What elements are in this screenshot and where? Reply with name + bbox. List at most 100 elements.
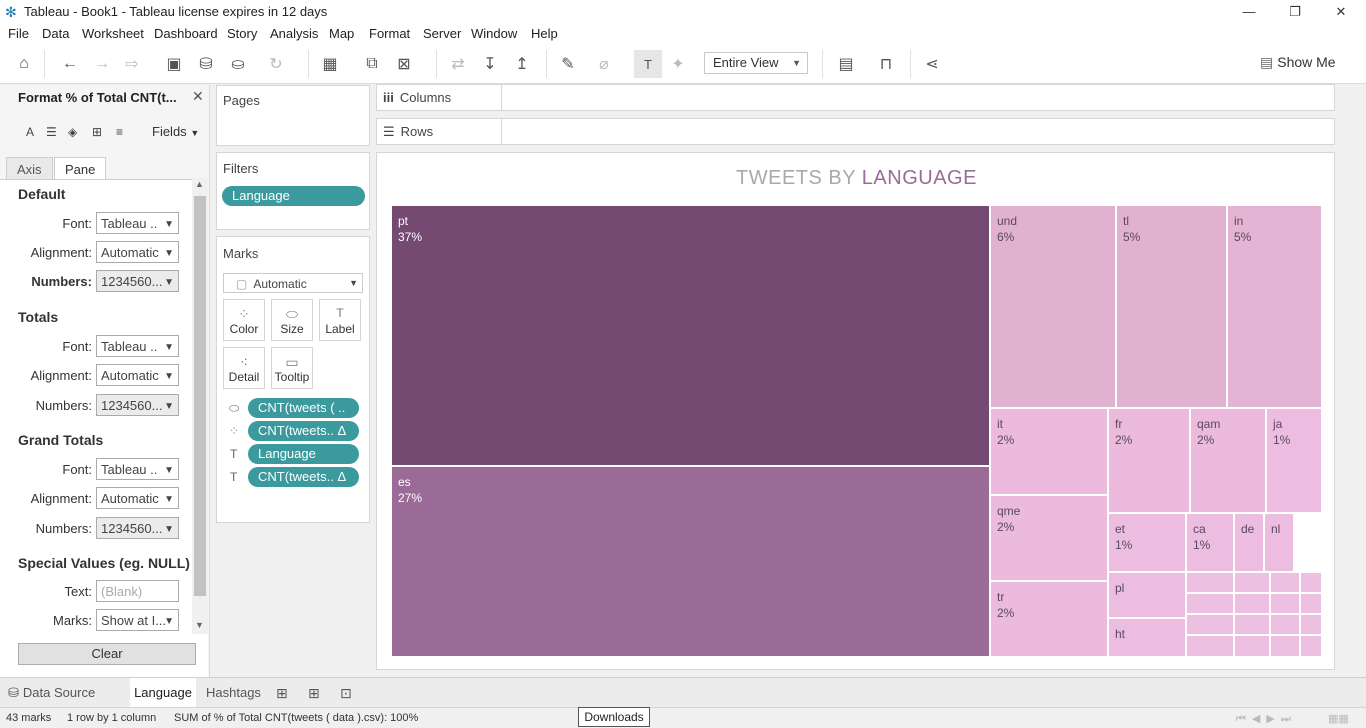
fix-axes-icon[interactable]: ✦ [666, 52, 690, 76]
menu-help[interactable]: Help [531, 26, 558, 41]
menu-server[interactable]: Server [423, 26, 461, 41]
restore-button[interactable]: ❐ [1272, 0, 1318, 24]
tab-data-source[interactable]: ⛁ Data Source [8, 685, 95, 701]
treemap-cell-es[interactable]: es 27% [391, 466, 990, 657]
treemap-cell-small[interactable] [1186, 593, 1234, 614]
filter-pill-language[interactable]: Language [222, 186, 365, 206]
columns-shelf[interactable]: iii Columns [376, 84, 1335, 111]
refresh-icon[interactable]: ↻ [264, 52, 288, 76]
menu-format[interactable]: Format [369, 26, 410, 41]
mark-type-dropdown[interactable]: ▢ Automatic ▼ [223, 273, 363, 293]
new-worksheet-icon[interactable]: ⊞ [276, 685, 288, 702]
highlight-icon[interactable]: ✎ [556, 52, 580, 76]
treemap-cell-small[interactable] [1300, 635, 1322, 657]
menu-worksheet[interactable]: Worksheet [82, 26, 144, 41]
treemap-cell-small[interactable] [1270, 593, 1300, 614]
marks-field-pill[interactable]: CNT(tweets ( .. [248, 398, 359, 418]
treemap-cell-pl[interactable]: pl [1108, 572, 1186, 618]
totals-numbers-select[interactable]: 1234560... ▼ [96, 394, 179, 416]
treemap-cell-pt[interactable]: pt 37% [391, 205, 990, 466]
fit-dropdown[interactable]: Entire View ▼ [704, 52, 808, 74]
scroll-up-icon[interactable]: ▲ [195, 179, 204, 189]
grand-totals-font-select[interactable]: Tableau .. ▼ [96, 458, 179, 480]
default-font-select[interactable]: Tableau .. ▼ [96, 212, 179, 234]
tab-sheet-hashtags[interactable]: Hashtags [206, 685, 261, 700]
treemap-cell-und[interactable]: und 6% [990, 205, 1116, 408]
marks-size-button[interactable]: ⬭ Size [271, 299, 313, 341]
presentation-mode-icon[interactable]: ⊓ [874, 52, 898, 76]
sheet-navigation-icons[interactable]: ⏮◀▶⏭ [1236, 712, 1297, 726]
new-dashboard-icon[interactable]: ⊞ [308, 685, 320, 702]
treemap-cell-et[interactable]: et 1% [1108, 513, 1186, 572]
marks-label-button[interactable]: T Label [319, 299, 361, 341]
sort-ascending-icon[interactable]: ↧ [478, 52, 502, 76]
rows-shelf[interactable]: ☰ Rows [376, 118, 1335, 145]
marks-field-pill[interactable]: CNT(tweets.. Δ [248, 467, 359, 487]
marks-detail-button[interactable]: ⁖ Detail [223, 347, 265, 389]
share-icon[interactable]: ⋖ [920, 52, 944, 76]
show-cards-icon[interactable]: ▤ [834, 52, 858, 76]
scroll-down-icon[interactable]: ▼ [195, 620, 204, 630]
treemap-cell-small[interactable] [1234, 593, 1270, 614]
treemap-cell-nl[interactable]: nl [1264, 513, 1294, 572]
tab-sheet-language[interactable]: Language [130, 678, 196, 708]
treemap-cell-tr[interactable]: tr 2% [990, 581, 1108, 657]
treemap-cell-ja[interactable]: ja 1% [1266, 408, 1322, 513]
shading-format-icon[interactable]: ◈ [68, 125, 77, 139]
lines-format-icon[interactable]: ≡ [116, 125, 123, 139]
pages-card[interactable]: Pages [216, 85, 370, 146]
alignment-format-icon[interactable]: ☰ [46, 125, 57, 139]
menu-window[interactable]: Window [471, 26, 517, 41]
duplicate-sheet-icon[interactable]: ⧉ [360, 52, 384, 76]
treemap-cell-small[interactable] [1300, 572, 1322, 593]
treemap-cell-small[interactable] [1270, 635, 1300, 657]
treemap-cell-in[interactable]: in 5% [1227, 205, 1322, 408]
special-values-text-input[interactable]: (Blank) [96, 580, 179, 602]
show-mark-labels-icon[interactable]: T [634, 50, 662, 78]
menu-analysis[interactable]: Analysis [270, 26, 318, 41]
treemap-cell-small[interactable] [1300, 593, 1322, 614]
borders-format-icon[interactable]: ⊞ [92, 125, 102, 139]
menu-data[interactable]: Data [42, 26, 69, 41]
clear-sheet-icon[interactable]: ⊠ [392, 52, 416, 76]
treemap-cell-de[interactable]: de [1234, 513, 1264, 572]
font-format-icon[interactable]: A [26, 125, 34, 139]
group-members-icon[interactable]: ⌀ [592, 52, 616, 76]
treemap-cell-small[interactable] [1270, 614, 1300, 635]
clear-button[interactable]: Clear [18, 643, 196, 665]
default-alignment-select[interactable]: Automatic ▼ [96, 241, 179, 263]
marks-color-button[interactable]: ⁘ Color [223, 299, 265, 341]
marks-tooltip-button[interactable]: ▭ Tooltip [271, 347, 313, 389]
redo-icon[interactable]: → [90, 52, 114, 76]
treemap-cell-small[interactable] [1234, 572, 1270, 593]
marks-field-pill[interactable]: CNT(tweets.. Δ [248, 421, 359, 441]
filters-card[interactable]: Filters Language [216, 152, 370, 230]
home-icon[interactable]: ⌂ [12, 52, 36, 76]
grand-totals-alignment-select[interactable]: Automatic ▼ [96, 487, 179, 509]
paste-icon[interactable]: ⇨ [120, 52, 144, 76]
treemap-cell-small[interactable] [1186, 614, 1234, 635]
scrollbar-thumb[interactable] [194, 196, 206, 596]
treemap-cell-it[interactable]: it 2% [990, 408, 1108, 495]
close-button[interactable]: ✕ [1318, 0, 1364, 24]
treemap-cell-small[interactable] [1234, 635, 1270, 657]
grand-totals-numbers-select[interactable]: 1234560... ▼ [96, 517, 179, 539]
new-worksheet-icon[interactable]: ▦ [318, 52, 342, 76]
menu-story[interactable]: Story [227, 26, 257, 41]
new-story-icon[interactable]: ⊡ [340, 685, 352, 702]
totals-font-select[interactable]: Tableau .. ▼ [96, 335, 179, 357]
undo-icon[interactable]: ← [58, 52, 82, 76]
sheet-grid-icons[interactable]: ▦▦ [1328, 712, 1349, 725]
treemap-cell-tl[interactable]: tl 5% [1116, 205, 1227, 408]
menu-file[interactable]: File [8, 26, 29, 41]
treemap-cell-small[interactable] [1186, 635, 1234, 657]
treemap-cell-fr[interactable]: fr 2% [1108, 408, 1190, 513]
fields-dropdown[interactable]: Fields ▼ [152, 124, 199, 139]
swap-rows-columns-icon[interactable]: ⇄ [446, 52, 470, 76]
default-numbers-select[interactable]: 1234560... ▼ [96, 270, 179, 292]
tab-axis[interactable]: Axis [6, 157, 53, 179]
menu-dashboard[interactable]: Dashboard [154, 26, 218, 41]
treemap-cell-ht[interactable]: ht [1108, 618, 1186, 657]
sort-descending-icon[interactable]: ↥ [510, 52, 534, 76]
menu-map[interactable]: Map [329, 26, 354, 41]
